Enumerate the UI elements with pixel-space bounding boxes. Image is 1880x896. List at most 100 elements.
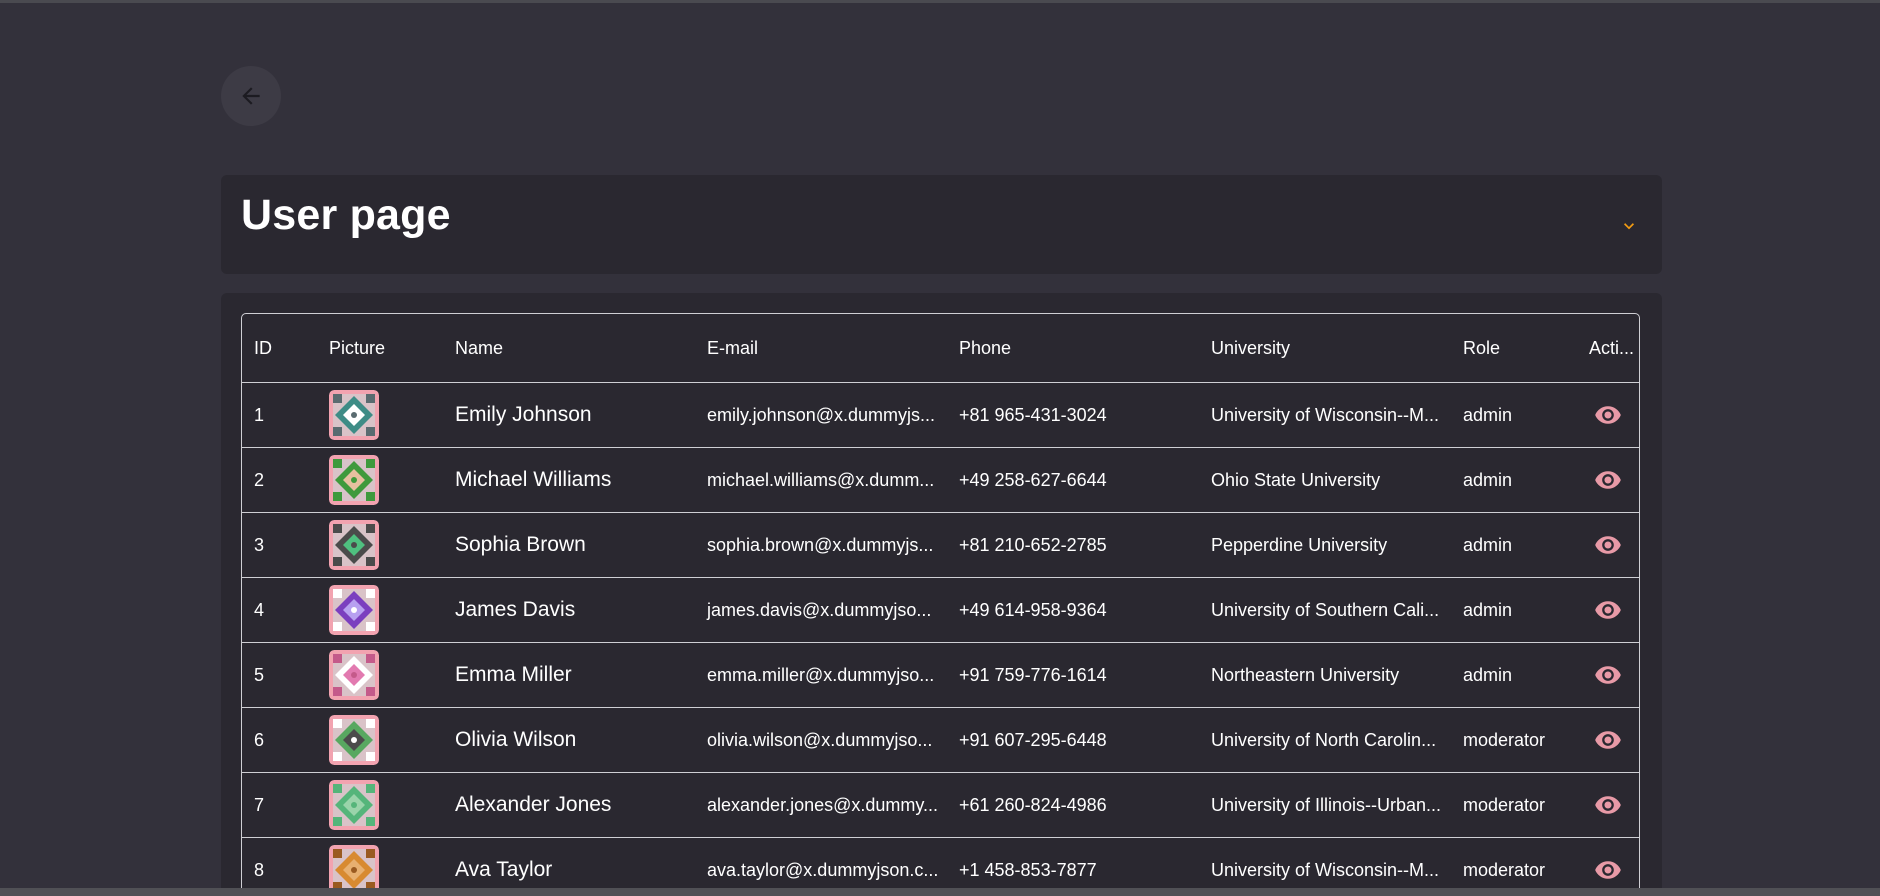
table-body: 1 Emily Johnson emily.johnson@x.dummyjs...… [242,382,1639,896]
cell-id: 6 [242,707,317,773]
users-table-container[interactable]: ID Picture Name E-mail Phone University … [241,313,1640,896]
column-header-phone[interactable]: Phone [947,314,1199,383]
cell-picture [317,642,443,708]
cell-id: 2 [242,447,317,513]
table-row[interactable]: 1 Emily Johnson emily.johnson@x.dummyjs...… [242,382,1639,448]
cell-picture [317,447,443,513]
cell-name: James Davis [443,577,695,643]
cell-university: University of Wisconsin--M... [1199,382,1451,448]
cell-id: 7 [242,772,317,838]
cell-picture [317,707,443,773]
cell-role: admin [1451,382,1577,448]
cell-email: james.davis@x.dummyjso... [695,577,947,643]
cell-email: alexander.jones@x.dummy... [695,772,947,838]
cell-name: Emily Johnson [443,382,695,448]
cell-id: 3 [242,512,317,578]
avatar [329,650,379,700]
expand-button[interactable] [1614,211,1644,241]
eye-icon [1595,731,1621,749]
eye-icon [1595,471,1621,489]
cell-actions [1577,577,1639,643]
view-user-button[interactable] [1588,590,1628,630]
cell-email: michael.williams@x.dumm... [695,447,947,513]
back-button[interactable] [221,66,281,126]
cell-phone: +81 965-431-3024 [947,382,1199,448]
eye-icon [1595,536,1621,554]
cell-actions [1577,772,1639,838]
cell-university: Pepperdine University [1199,512,1451,578]
view-user-button[interactable] [1588,525,1628,565]
cell-picture [317,577,443,643]
table-row[interactable]: 4 James Davis james.davis@x.dummyjso... +49… [242,577,1639,643]
cell-name: Michael Williams [443,447,695,513]
cell-name: Sophia Brown [443,512,695,578]
avatar [329,390,379,440]
eye-icon [1595,796,1621,814]
column-header-picture[interactable]: Picture [317,314,443,383]
cell-id: 1 [242,382,317,448]
users-table-card: ID Picture Name E-mail Phone University … [221,293,1662,896]
cell-phone: +91 607-295-6448 [947,707,1199,773]
table-row[interactable]: 3 Sophia Brown sophia.brown@x.dummyjs... +8… [242,512,1639,578]
table-header-row: ID Picture Name E-mail Phone University … [242,314,1639,383]
table-row[interactable]: 2 Michael Williams michael.williams@x.dumm… [242,447,1639,513]
column-header-id[interactable]: ID [242,314,317,383]
column-header-email[interactable]: E-mail [695,314,947,383]
view-user-button[interactable] [1588,460,1628,500]
column-header-university[interactable]: University [1199,314,1451,383]
cell-university: Northeastern University [1199,642,1451,708]
eye-icon [1595,666,1621,684]
cell-actions [1577,512,1639,578]
eye-icon [1595,406,1621,424]
cell-university: University of Southern Cali... [1199,577,1451,643]
column-header-role[interactable]: Role [1451,314,1577,383]
view-user-button[interactable] [1588,395,1628,435]
cell-role: admin [1451,447,1577,513]
cell-picture [317,772,443,838]
cell-role: admin [1451,642,1577,708]
cell-role: admin [1451,512,1577,578]
cell-phone: +61 260-824-4986 [947,772,1199,838]
cell-id: 5 [242,642,317,708]
cell-phone: +81 210-652-2785 [947,512,1199,578]
cell-email: emily.johnson@x.dummyjs... [695,382,947,448]
cell-picture [317,512,443,578]
column-header-actions[interactable]: Acti... [1577,314,1639,383]
eye-icon [1595,861,1621,879]
cell-university: Ohio State University [1199,447,1451,513]
cell-phone: +49 258-627-6644 [947,447,1199,513]
cell-email: olivia.wilson@x.dummyjso... [695,707,947,773]
cell-id: 4 [242,577,317,643]
avatar [329,455,379,505]
window-bottom-border [0,888,1880,896]
table-row[interactable]: 5 Emma Miller emma.miller@x.dummyjso... +91… [242,642,1639,708]
cell-phone: +49 614-958-9364 [947,577,1199,643]
cell-role: admin [1451,577,1577,643]
cell-name: Olivia Wilson [443,707,695,773]
cell-phone: +91 759-776-1614 [947,642,1199,708]
page-title: User page [241,191,451,239]
avatar [329,585,379,635]
window-top-border [0,0,1880,3]
view-user-button[interactable] [1588,850,1628,890]
column-header-name[interactable]: Name [443,314,695,383]
cell-actions [1577,382,1639,448]
eye-icon [1595,601,1621,619]
view-user-button[interactable] [1588,720,1628,760]
cell-name: Emma Miller [443,642,695,708]
users-table: ID Picture Name E-mail Phone University … [242,314,1639,896]
table-row[interactable]: 7 Alexander Jones alexander.jones@x.dummy.… [242,772,1639,838]
view-user-button[interactable] [1588,785,1628,825]
cell-actions [1577,642,1639,708]
page-header-card: User page [221,175,1662,274]
cell-university: University of North Carolin... [1199,707,1451,773]
table-row[interactable]: 6 Olivia Wilson olivia.wilson@x.dummyjso..… [242,707,1639,773]
cell-role: moderator [1451,707,1577,773]
view-user-button[interactable] [1588,655,1628,695]
arrow-left-icon [242,87,260,105]
cell-university: University of Illinois--Urban... [1199,772,1451,838]
avatar [329,520,379,570]
cell-actions [1577,447,1639,513]
avatar [329,780,379,830]
cell-actions [1577,707,1639,773]
